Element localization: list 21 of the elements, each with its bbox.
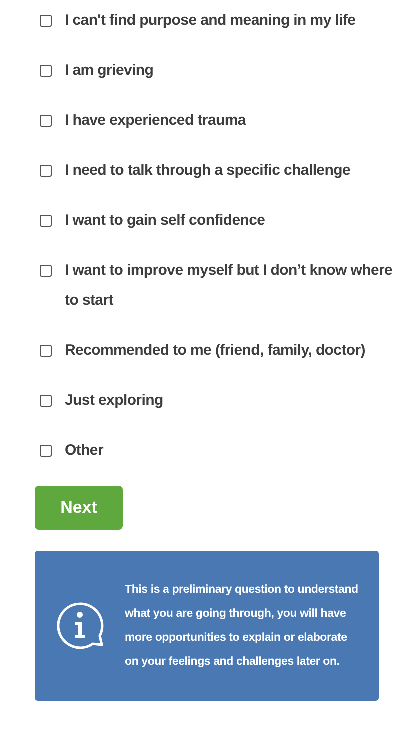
option-label: I want to gain self confidence (65, 211, 266, 231)
info-text: This is a preliminary question to understand what you are going through, you will have more opportunities to explain or elaborate on your feelings and challenges later on. (125, 583, 359, 670)
info-icon (55, 601, 105, 651)
checkbox[interactable] (40, 65, 52, 77)
checkbox[interactable] (40, 215, 52, 227)
option-label: Other (65, 441, 104, 461)
option-label: Just exploring (65, 391, 164, 411)
option-label: I need to talk through a specific challenge (65, 161, 350, 181)
option-label: I am grieving (65, 61, 154, 81)
checkbox[interactable] (40, 345, 52, 357)
checkbox[interactable] (40, 445, 52, 457)
option-label: I want to improve myself but I don’t know where to start (65, 261, 394, 311)
checkbox[interactable] (40, 265, 52, 277)
next-button[interactable]: Next (35, 486, 123, 530)
option-label: I have experienced trauma (65, 111, 246, 131)
option-label: Recommended to me (friend, family, doctor) (65, 341, 366, 361)
checkbox[interactable] (40, 15, 52, 27)
checkbox[interactable] (40, 115, 52, 127)
checkbox[interactable] (40, 165, 52, 177)
option-label: I can't find purpose and meaning in my life (65, 11, 356, 31)
checkbox[interactable] (40, 395, 52, 407)
